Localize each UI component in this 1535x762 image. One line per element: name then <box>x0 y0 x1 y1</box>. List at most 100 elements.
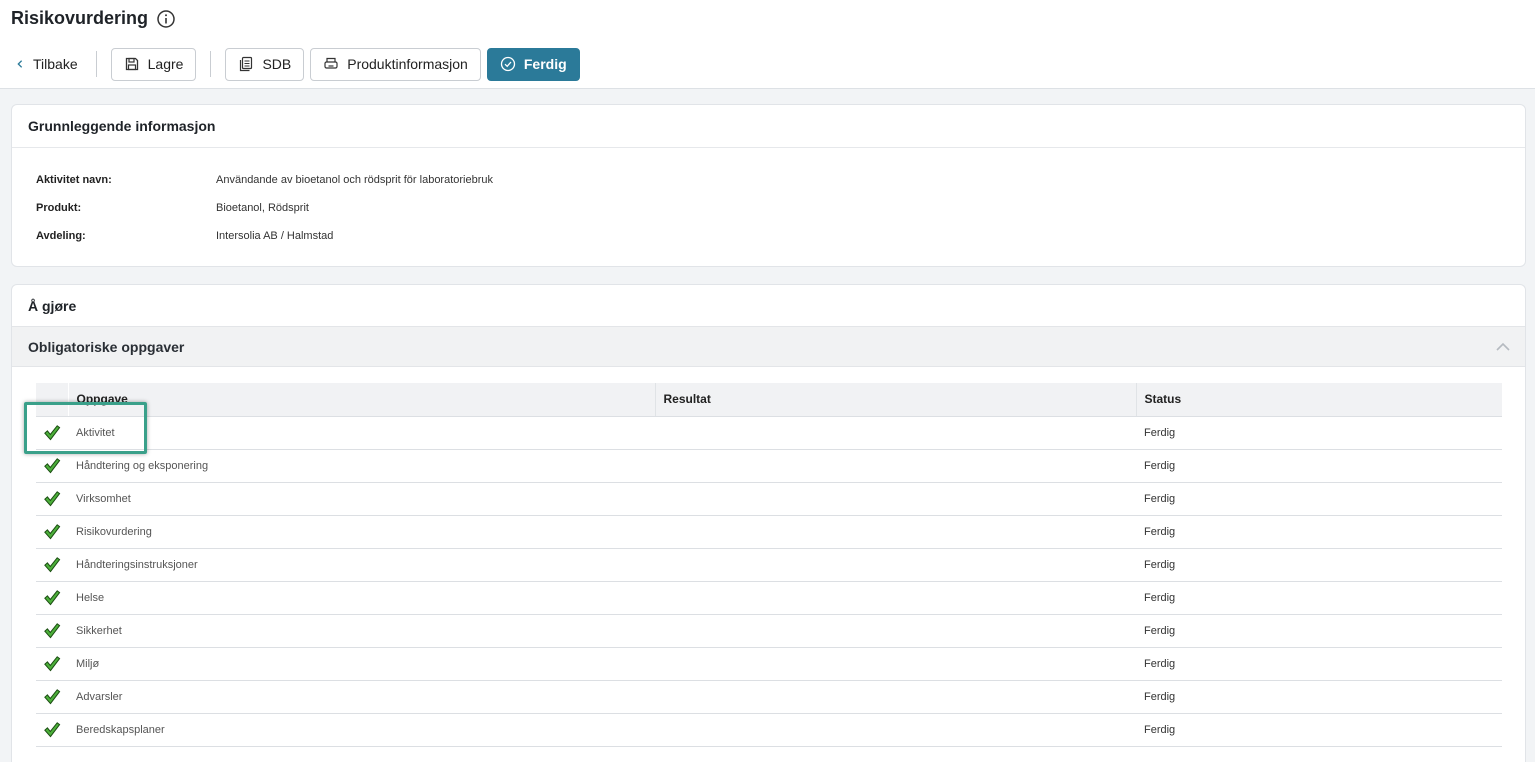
info-value: Användande av bioetanol och rödsprit för… <box>216 174 494 186</box>
task-result <box>655 647 1136 680</box>
checkmark-icon <box>43 490 61 506</box>
column-header-status[interactable]: Status <box>1136 383 1502 417</box>
todo-panel: Å gjøre Obligatoriske oppgaver Oppgave R… <box>11 284 1526 762</box>
save-button[interactable]: Lagre <box>110 47 197 81</box>
product-info-button[interactable]: Produktinformasjon <box>310 47 481 81</box>
sdb-button[interactable]: SDB <box>225 47 305 81</box>
task-name[interactable]: Håndteringsinstruksjoner <box>68 548 655 581</box>
toolbar-divider <box>95 51 97 77</box>
checkmark-icon <box>43 589 61 605</box>
done-button[interactable]: Ferdig <box>486 47 580 81</box>
info-label: Avdeling: <box>36 230 86 242</box>
task-result <box>655 680 1136 713</box>
checkmark-icon <box>43 655 61 671</box>
task-status: Ferdig <box>1144 723 1176 736</box>
task-name[interactable]: Helse <box>68 581 655 614</box>
info-label: Produkt: <box>36 202 82 214</box>
todo-header: Å gjøre <box>28 297 77 314</box>
toolbar: Tilbake Lagre SDB Produktinformasjon Fer… <box>11 47 580 81</box>
toolbar-divider <box>210 51 212 77</box>
table-row[interactable]: Sikkerhet Ferdig <box>36 614 1502 647</box>
task-result <box>655 713 1136 746</box>
checkmark-icon <box>43 688 61 704</box>
task-result <box>655 614 1136 647</box>
check-cell <box>36 416 68 449</box>
chevron-left-icon <box>17 60 23 68</box>
table-header-row: Oppgave Resultat Status <box>36 383 1502 417</box>
info-row-department: Avdeling: Intersolia AB / Halmstad <box>36 230 1525 258</box>
table-row[interactable]: Aktivitet Ferdig <box>36 416 1502 449</box>
task-name[interactable]: Sikkerhet <box>68 614 655 647</box>
task-result <box>655 449 1136 482</box>
check-cell <box>36 449 68 482</box>
printer-icon <box>324 57 338 69</box>
basic-info-grid: Aktivitet navn: Användande av bioetanol … <box>12 148 1525 258</box>
task-status: Ferdig <box>1144 426 1176 439</box>
check-cell <box>36 647 68 680</box>
task-status: Ferdig <box>1144 657 1176 670</box>
back-button[interactable]: Tilbake <box>11 48 82 81</box>
task-name[interactable]: Virksomhet <box>68 482 655 515</box>
task-name[interactable]: Advarsler <box>68 680 655 713</box>
save-label: Lagre <box>147 56 184 72</box>
task-status: Ferdig <box>1144 690 1176 703</box>
info-row-activity: Aktivitet navn: Användande av bioetanol … <box>36 174 1525 202</box>
table-row[interactable]: Miljø Ferdig <box>36 647 1502 680</box>
table-row[interactable]: Håndtering og eksponering Ferdig <box>36 449 1502 482</box>
table-row[interactable]: Virksomhet Ferdig <box>36 482 1502 515</box>
check-circle-icon <box>500 56 516 72</box>
task-result <box>655 548 1136 581</box>
info-row-product: Produkt: Bioetanol, Rödsprit <box>36 202 1525 230</box>
task-result <box>655 581 1136 614</box>
check-cell <box>36 581 68 614</box>
task-name[interactable]: Risikovurdering <box>68 515 655 548</box>
back-label: Tilbake <box>33 56 78 72</box>
info-value: Bioetanol, Rödsprit <box>216 202 309 214</box>
basic-info-panel: Grunnleggende informasjon Aktivitet navn… <box>11 104 1526 267</box>
task-status: Ferdig <box>1144 459 1176 472</box>
tasks-table-body: Aktivitet Ferdig Håndtering og eksponering… <box>36 416 1502 746</box>
task-result <box>655 416 1136 449</box>
column-header-result[interactable]: Resultat <box>655 383 1137 417</box>
done-label: Ferdig <box>523 56 567 72</box>
checkmark-icon <box>43 556 61 572</box>
documents-icon <box>240 56 253 72</box>
checkmark-icon <box>43 457 61 473</box>
save-icon <box>125 57 138 71</box>
table-row[interactable]: Beredskapsplaner Ferdig <box>36 713 1502 746</box>
task-name[interactable]: Aktivitet <box>68 416 655 449</box>
basic-info-header: Grunnleggende informasjon <box>12 105 1525 148</box>
info-value: Intersolia AB / Halmstad <box>216 230 334 242</box>
check-column-header <box>36 383 69 417</box>
tasks-table: Oppgave Resultat Status Aktivitet Ferdig H… <box>36 383 1502 747</box>
task-status: Ferdig <box>1144 591 1176 604</box>
task-name[interactable]: Miljø <box>68 647 655 680</box>
checkmark-icon <box>43 622 61 638</box>
task-result <box>655 482 1136 515</box>
check-cell <box>36 680 68 713</box>
task-name[interactable]: Håndtering og eksponering <box>68 449 655 482</box>
check-cell <box>36 614 68 647</box>
task-status: Ferdig <box>1144 558 1176 571</box>
table-row[interactable]: Helse Ferdig <box>36 581 1502 614</box>
info-circle-icon[interactable] <box>156 9 176 29</box>
task-status: Ferdig <box>1144 492 1176 505</box>
mandatory-tasks-accordion[interactable]: Obligatoriske oppgaver <box>12 326 1525 367</box>
check-cell <box>36 713 68 746</box>
top-bar: Risikovurdering Tilbake Lagre SDB Produk… <box>0 0 1535 89</box>
page-title-text: Risikovurdering <box>11 8 149 28</box>
accordion-title: Obligatoriske oppgaver <box>28 338 185 355</box>
task-name[interactable]: Beredskapsplaner <box>68 713 655 746</box>
product-info-label: Produktinformasjon <box>347 56 468 72</box>
task-status: Ferdig <box>1144 525 1176 538</box>
page-title: Risikovurdering <box>11 8 176 29</box>
table-row[interactable]: Risikovurdering Ferdig <box>36 515 1502 548</box>
column-header-task[interactable]: Oppgave <box>68 383 656 417</box>
checkmark-icon <box>43 523 61 539</box>
chevron-up-icon[interactable] <box>1495 339 1511 355</box>
task-status: Ferdig <box>1144 624 1176 637</box>
table-row[interactable]: Håndteringsinstruksjoner Ferdig <box>36 548 1502 581</box>
task-result <box>655 515 1136 548</box>
info-label: Aktivitet navn: <box>36 174 112 186</box>
table-row[interactable]: Advarsler Ferdig <box>36 680 1502 713</box>
